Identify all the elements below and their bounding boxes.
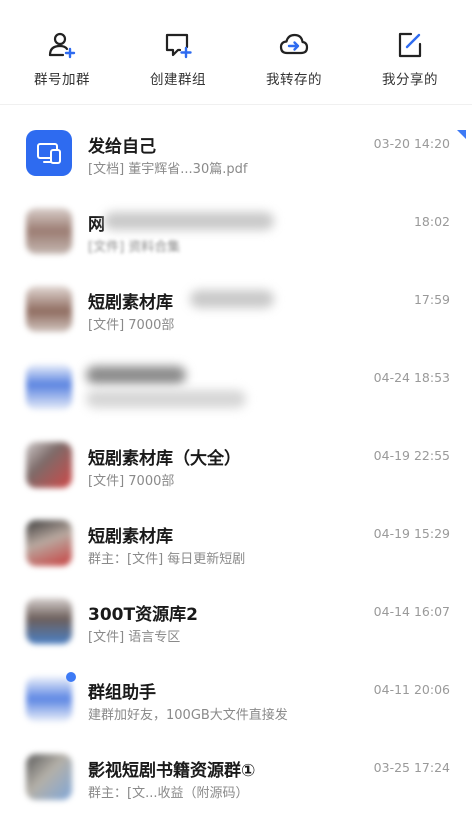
chat-last-message: [文档] 董宇辉省...30篇.pdf <box>88 162 248 177</box>
chat-title: 影视短剧书籍资源群① <box>88 761 256 781</box>
my-shared-button[interactable]: 我分享的 <box>360 0 460 100</box>
chat-time: 04-24 18:53 <box>373 370 450 385</box>
cloud-transfer-icon <box>279 33 309 55</box>
chat-title: 短剧素材库（大全） <box>88 449 241 469</box>
avatar <box>26 442 72 488</box>
top-action-label: 群号加群 <box>34 72 90 88</box>
chat-item-self[interactable]: 发给自己 [文档] 董宇辉省...30篇.pdf 03-20 14:20 <box>0 116 472 194</box>
chat-last-message: 建群加好友，100GB大文件直接发 <box>88 708 288 723</box>
chat-time: 17:59 <box>413 292 450 307</box>
create-group-button[interactable]: 创建群组 <box>128 0 228 100</box>
chat-title: 短剧素材库 <box>88 293 173 313</box>
divider <box>0 104 472 105</box>
chat-list: 发给自己 [文档] 董宇辉省...30篇.pdf 03-20 14:20 网 [… <box>0 116 472 818</box>
chat-title: 300T资源库2 <box>88 605 198 625</box>
top-action-label: 创建群组 <box>150 72 206 88</box>
blurred-message <box>86 390 246 408</box>
avatar <box>26 754 72 800</box>
share-edit-icon <box>398 32 422 58</box>
pinned-marker <box>457 130 466 139</box>
chat-time: 03-25 17:24 <box>373 760 450 775</box>
quick-actions-bar: 群号加群 创建群组 我转存的 我分享的 <box>0 0 472 104</box>
chat-time: 18:02 <box>413 214 450 229</box>
blurred-name <box>190 290 274 308</box>
chat-item[interactable]: 短剧素材库 [文件] 7000部 17:59 <box>0 272 472 350</box>
avatar <box>26 286 72 332</box>
add-user-icon <box>48 32 76 59</box>
chat-item[interactable]: 短剧素材库（大全） [文件] 7000部 04-19 22:55 <box>0 428 472 506</box>
chat-last-message: [文件] 资料合集 <box>88 240 181 255</box>
chat-time: 04-19 15:29 <box>373 526 450 541</box>
chat-title: 短剧素材库 <box>88 527 173 547</box>
chat-item[interactable]: 短剧素材库 群主：[文件] 每日更新短剧 04-19 15:29 <box>0 506 472 584</box>
chat-item[interactable]: 网 [文件] 资料合集 18:02 <box>0 194 472 272</box>
chat-time: 04-19 22:55 <box>373 448 450 463</box>
chat-last-message: 群主：[文...收益（附源码） <box>88 786 249 801</box>
create-group-icon <box>165 33 192 59</box>
chat-item[interactable]: 影视短剧书籍资源群① 群主：[文...收益（附源码） 03-25 17:24 <box>0 740 472 818</box>
chat-last-message: [文件] 7000部 <box>88 474 175 489</box>
top-action-label: 我分享的 <box>382 72 438 88</box>
avatar <box>26 364 72 410</box>
blurred-name <box>86 366 186 384</box>
blurred-name <box>104 212 274 230</box>
avatar <box>26 208 72 254</box>
chat-time: 04-11 20:06 <box>373 682 450 697</box>
avatar <box>26 598 72 644</box>
join-group-by-number-button[interactable]: 群号加群 <box>12 0 112 100</box>
device-transfer-icon <box>37 143 61 164</box>
chat-title: 网 <box>88 215 105 235</box>
chat-item[interactable]: 04-24 18:53 <box>0 350 472 428</box>
chat-time: 04-14 16:07 <box>373 604 450 619</box>
top-action-label: 我转存的 <box>266 72 322 88</box>
chat-item[interactable]: 300T资源库2 [文件] 语言专区 04-14 16:07 <box>0 584 472 662</box>
avatar <box>26 130 72 176</box>
my-saved-button[interactable]: 我转存的 <box>244 0 344 100</box>
chat-time: 03-20 14:20 <box>373 136 450 151</box>
unread-dot <box>66 672 76 682</box>
chat-last-message: [文件] 7000部 <box>88 318 175 333</box>
chat-last-message: 群主：[文件] 每日更新短剧 <box>88 552 246 567</box>
avatar <box>26 520 72 566</box>
chat-last-message: [文件] 语言专区 <box>88 630 181 645</box>
avatar <box>26 676 72 722</box>
chat-title: 发给自己 <box>88 137 156 157</box>
chat-title: 群组助手 <box>88 683 156 703</box>
chat-item-group-assistant[interactable]: 群组助手 建群加好友，100GB大文件直接发 04-11 20:06 <box>0 662 472 740</box>
